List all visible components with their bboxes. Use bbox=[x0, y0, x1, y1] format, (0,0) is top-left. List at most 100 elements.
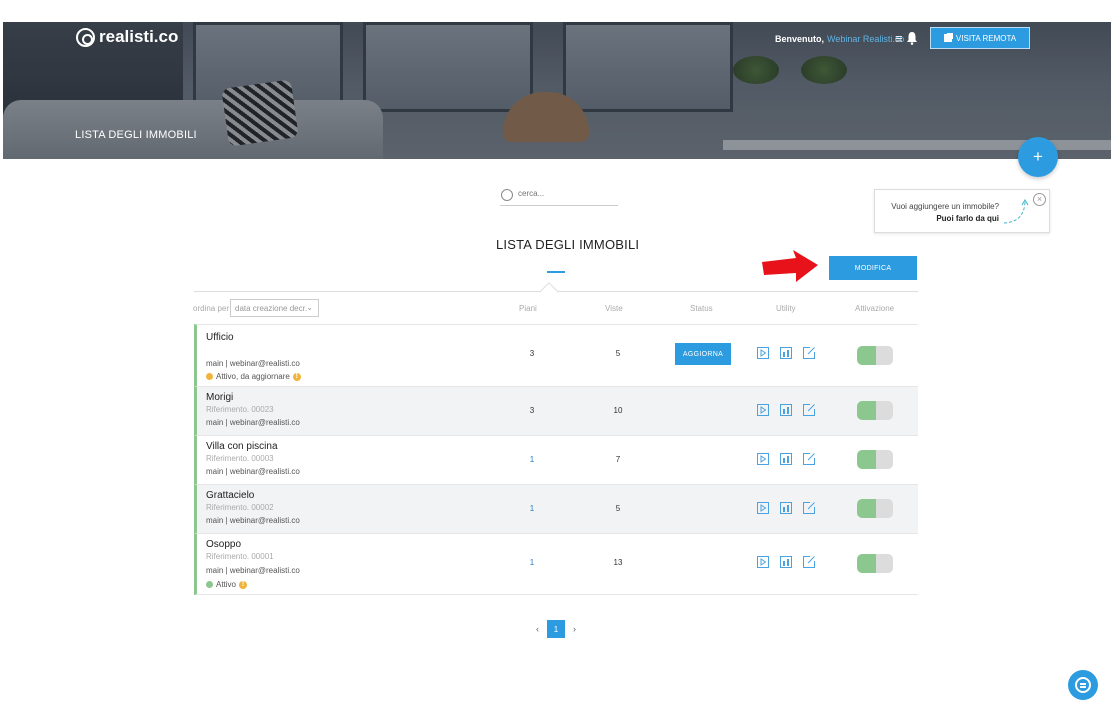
table-row[interactable]: Grattacielo Riferimento. 00002 main | we… bbox=[194, 484, 918, 533]
property-name[interactable]: Osoppo bbox=[206, 539, 241, 550]
table-row[interactable]: Morigi Riferimento. 00023 main | webinar… bbox=[194, 386, 918, 435]
activation-toggle[interactable] bbox=[857, 554, 893, 573]
table-row[interactable]: Ufficio main | webinar@realisti.co Attiv… bbox=[194, 324, 918, 386]
chat-icon bbox=[1075, 677, 1091, 693]
edit-button[interactable]: MODIFICA bbox=[829, 256, 917, 280]
table-header: ordina per data creazione decr. ⌄ Piani … bbox=[193, 282, 918, 324]
page-title: LISTA DEGLI IMMOBILI bbox=[496, 237, 640, 252]
stats-icon[interactable] bbox=[780, 404, 792, 416]
update-button[interactable]: AGGIORNA bbox=[675, 343, 731, 365]
search-icon bbox=[501, 189, 513, 201]
welcome-text: Benvenuto, bbox=[775, 34, 825, 44]
tooltip-line2: Puoi farlo da qui bbox=[936, 214, 999, 223]
stats-icon[interactable] bbox=[780, 502, 792, 514]
edit-icon[interactable] bbox=[803, 347, 815, 359]
utility-icons bbox=[757, 347, 815, 359]
property-reference: Riferimento. 00002 bbox=[206, 503, 274, 512]
property-owner: main | webinar@realisti.co bbox=[206, 418, 300, 427]
chevron-down-icon: ⌄ bbox=[306, 303, 313, 312]
utility-icons bbox=[757, 556, 815, 568]
property-reference: Riferimento. 00023 bbox=[206, 405, 274, 414]
utility-icons bbox=[757, 453, 815, 465]
brand-logo[interactable]: realisti.co bbox=[76, 27, 178, 47]
logo-icon bbox=[76, 27, 95, 47]
sort-select[interactable]: data creazione decr. ⌄ bbox=[230, 299, 319, 317]
prev-page-button[interactable]: ‹ bbox=[536, 624, 539, 634]
play-icon[interactable] bbox=[757, 404, 769, 416]
edit-icon[interactable] bbox=[803, 502, 815, 514]
status-badge: Attivo ! bbox=[206, 580, 248, 589]
utility-icons bbox=[757, 404, 815, 416]
status-badge: Attivo, da aggiornare ! bbox=[206, 372, 301, 381]
table-row[interactable]: Villa con piscina Riferimento. 00003 mai… bbox=[194, 435, 918, 484]
activation-toggle[interactable] bbox=[857, 401, 893, 420]
property-owner: main | webinar@realisti.co bbox=[206, 516, 300, 525]
bell-icon[interactable] bbox=[906, 31, 918, 45]
activation-toggle[interactable] bbox=[857, 346, 893, 365]
activation-toggle[interactable] bbox=[857, 450, 893, 469]
page-1-button[interactable]: 1 bbox=[547, 620, 565, 638]
play-icon[interactable] bbox=[757, 347, 769, 359]
search-input[interactable] bbox=[518, 189, 614, 198]
windows-icon bbox=[943, 34, 952, 42]
user-menu[interactable]: Benvenuto, Webinar Realisti.co ⌄ bbox=[775, 34, 914, 44]
edit-icon[interactable] bbox=[803, 453, 815, 465]
piani-count: 1 bbox=[529, 558, 535, 567]
stats-icon[interactable] bbox=[780, 347, 792, 359]
viste-count: 10 bbox=[613, 406, 623, 415]
warning-icon[interactable]: ! bbox=[239, 580, 248, 589]
piani-count: 1 bbox=[529, 504, 535, 513]
property-name[interactable]: Villa con piscina bbox=[206, 441, 278, 452]
play-icon[interactable] bbox=[757, 556, 769, 568]
close-icon[interactable]: × bbox=[1033, 193, 1046, 206]
property-owner: main | webinar@realisti.co bbox=[206, 467, 300, 476]
stats-icon[interactable] bbox=[780, 453, 792, 465]
viste-count: 5 bbox=[615, 349, 621, 358]
add-property-button[interactable]: + bbox=[1018, 137, 1058, 177]
page: realisti.co LISTA DEGLI IMMOBILI Benvenu… bbox=[0, 0, 1114, 726]
piani-count: 1 bbox=[529, 455, 535, 464]
next-page-button[interactable]: › bbox=[573, 624, 576, 634]
header-status: Status bbox=[690, 304, 713, 313]
stats-icon[interactable] bbox=[780, 556, 792, 568]
property-reference: Riferimento. 00003 bbox=[206, 454, 274, 463]
header-piani: Piani bbox=[519, 304, 537, 313]
property-reference: Riferimento. 00001 bbox=[206, 552, 274, 561]
title-underline bbox=[547, 271, 565, 273]
menu-icon[interactable]: ≡ bbox=[895, 31, 903, 46]
tooltip-line1: Vuoi aggiungere un immobile? bbox=[891, 202, 999, 211]
utility-icons bbox=[757, 502, 815, 514]
play-icon[interactable] bbox=[757, 453, 769, 465]
piani-count: 3 bbox=[529, 349, 535, 358]
hero-title: LISTA DEGLI IMMOBILI bbox=[75, 129, 197, 141]
activation-toggle[interactable] bbox=[857, 499, 893, 518]
plus-icon: + bbox=[1033, 147, 1043, 166]
warning-icon[interactable]: ! bbox=[292, 372, 301, 381]
header-attivazione: Attivazione bbox=[855, 304, 895, 313]
header-viste: Viste bbox=[605, 304, 623, 313]
viste-count: 5 bbox=[615, 504, 621, 513]
sort-label: ordina per bbox=[193, 304, 230, 313]
pagination: ‹ 1 › bbox=[536, 620, 576, 638]
viste-count: 13 bbox=[613, 558, 623, 567]
table-row[interactable]: Osoppo Riferimento. 00001 main | webinar… bbox=[194, 533, 918, 595]
play-icon[interactable] bbox=[757, 502, 769, 514]
edit-icon[interactable] bbox=[803, 556, 815, 568]
property-owner: main | webinar@realisti.co bbox=[206, 359, 300, 368]
property-name[interactable]: Grattacielo bbox=[206, 490, 254, 501]
brand-name: realisti.co bbox=[99, 27, 179, 46]
property-list: Ufficio main | webinar@realisti.co Attiv… bbox=[194, 324, 918, 595]
user-name: Webinar Realisti.co bbox=[827, 34, 905, 44]
status-dot-icon bbox=[206, 581, 213, 588]
edit-icon[interactable] bbox=[803, 404, 815, 416]
header-utility: Utility bbox=[776, 304, 796, 313]
property-name[interactable]: Ufficio bbox=[206, 332, 234, 343]
dashed-arrow-icon bbox=[1003, 199, 1029, 224]
remote-visit-button[interactable]: VISITA REMOTA bbox=[930, 27, 1030, 49]
property-owner: main | webinar@realisti.co bbox=[206, 566, 300, 575]
viste-count: 7 bbox=[615, 455, 621, 464]
search-box bbox=[500, 188, 618, 206]
chat-button[interactable] bbox=[1068, 670, 1098, 700]
property-name[interactable]: Morigi bbox=[206, 392, 233, 403]
red-arrow-icon bbox=[762, 250, 818, 282]
